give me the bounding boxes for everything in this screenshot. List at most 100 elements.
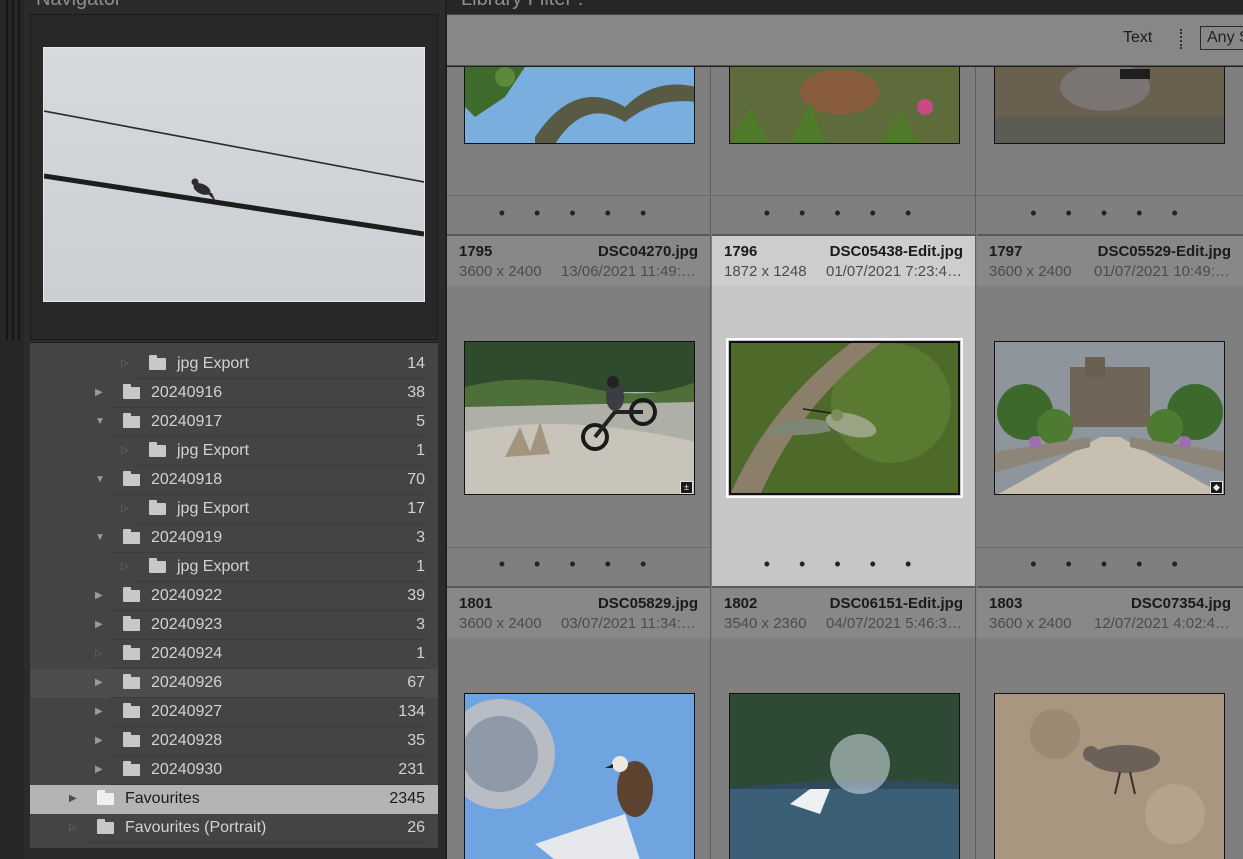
folder-icon	[97, 790, 114, 805]
filter-text-button[interactable]: Text	[1123, 29, 1152, 47]
grid-cell-selected[interactable]: 1796 DSC05438-Edit.jpg 1872 x 1248 01/07…	[712, 236, 976, 588]
expand-triangle-icon[interactable]: ▷	[121, 445, 129, 456]
osprey-thumbnail[interactable]	[464, 693, 695, 859]
folder-row[interactable]: ▶ 20240916 38	[30, 379, 438, 408]
cell-date: 03/07/2021 11:34:22 AM	[561, 615, 698, 632]
cell-metadata: 1801 DSC05829.jpg 3600 x 2400 03/07/2021…	[447, 588, 710, 638]
rating-dots[interactable]: • • • • •	[447, 554, 710, 575]
collapse-triangle-icon[interactable]: ▼	[95, 532, 105, 543]
folder-count: 5	[416, 413, 425, 430]
rating-dots[interactable]: • • • • •	[447, 203, 710, 224]
grid-cell[interactable]: 1795 DSC04270.jpg 3600 x 2400 13/06/2021…	[447, 236, 711, 588]
whale-tail-thumbnail[interactable]	[729, 693, 960, 859]
navigator-preview[interactable]	[43, 47, 425, 302]
bird-on-ground-thumbnail[interactable]	[994, 693, 1225, 859]
folder-icon	[123, 384, 140, 399]
folder-row[interactable]: ▷ 20240924 1	[30, 640, 438, 669]
folder-row[interactable]: ▷ jpg Export 1	[30, 437, 438, 466]
folder-row[interactable]: ▼ 20240919 3	[30, 524, 438, 553]
folder-icon	[123, 471, 140, 486]
folder-name: jpg Export	[177, 442, 250, 459]
folder-row[interactable]: ▶ 20240922 39	[30, 582, 438, 611]
motocross-thumbnail[interactable]	[464, 341, 695, 495]
folder-row[interactable]: ▶ 20240926 67	[30, 669, 438, 698]
folder-icon	[97, 819, 114, 834]
folder-count: 134	[398, 703, 425, 720]
folder-count: 70	[407, 471, 425, 488]
expand-triangle-icon[interactable]: ▷	[121, 503, 129, 514]
branch-sky-thumbnail[interactable]	[464, 67, 695, 144]
expand-triangle-icon[interactable]: ▷	[69, 822, 77, 833]
grid-cell[interactable]: 1802 DSC06151-Edit.jpg 3540 x 2360 04/07…	[712, 588, 976, 859]
expand-triangle-icon[interactable]: ▷	[95, 648, 103, 659]
collapse-triangle-icon[interactable]: ▼	[95, 474, 105, 485]
folder-row[interactable]: ▼ 20240917 5	[30, 408, 438, 437]
cell-dimensions: 1872 x 1248	[724, 263, 807, 280]
thumbnail-grid[interactable]: • • • • • • • • • • • • • • • 1795 DSC04…	[447, 67, 1243, 859]
castle-garden-thumbnail[interactable]	[994, 341, 1225, 495]
filter-any-field-dropdown[interactable]: Any Searchable Field	[1200, 26, 1243, 50]
folder-row[interactable]: ▼ 20240918 70	[30, 466, 438, 495]
folder-row[interactable]: ▶ 20240930 231	[30, 756, 438, 785]
folder-row[interactable]: ▷ jpg Export 17	[30, 495, 438, 524]
folder-row[interactable]: ▷ Favourites (Portrait) 26	[30, 814, 438, 843]
folder-row[interactable]: ▶ 20240928 35	[30, 727, 438, 756]
expand-triangle-icon[interactable]: ▶	[95, 590, 103, 601]
folder-icon	[123, 674, 140, 689]
expand-triangle-icon[interactable]: ▷	[121, 358, 129, 369]
folder-icon	[149, 500, 166, 515]
grid-cell[interactable]: 1803 DSC07354.jpg 3600 x 2400 12/07/2021…	[977, 588, 1243, 859]
raccoon-thumbnail[interactable]	[994, 67, 1225, 144]
expand-triangle-icon[interactable]: ▶	[95, 387, 103, 398]
cell-index: 1796	[724, 243, 758, 260]
folder-count: 1	[416, 442, 425, 459]
rating-dots[interactable]: • • • • •	[712, 554, 975, 575]
library-filter-bar: Text Any Searchable Field	[447, 14, 1243, 66]
navigator-title[interactable]: Navigator	[36, 0, 122, 11]
folder-row[interactable]: ▶ 20240927 134	[30, 698, 438, 727]
folder-count: 39	[407, 587, 425, 604]
folder-name: 20240919	[151, 529, 223, 546]
hummingbird-thumbnail[interactable]	[726, 338, 963, 498]
deer-thumbnail[interactable]	[729, 67, 960, 144]
collapse-triangle-icon[interactable]: ▼	[95, 416, 105, 427]
folder-tree[interactable]: ▷ jpg Export 14 ▶ 20240916 38 ▼ 20240917 5 ▷ jpg E…	[30, 342, 438, 848]
folder-row[interactable]: ▷ jpg Export 14	[30, 350, 438, 379]
expand-triangle-icon[interactable]: ▶	[95, 735, 103, 746]
grid-cell[interactable]: • • • • •	[447, 67, 711, 236]
expand-triangle-icon[interactable]: ▶	[95, 677, 103, 688]
cell-index: 1803	[989, 595, 1023, 612]
folder-icon	[149, 558, 166, 573]
rating-dots[interactable]: • • • • •	[712, 203, 975, 224]
folder-icon	[123, 761, 140, 776]
folder-icon	[123, 587, 140, 602]
grid-cell[interactable]: 1801 DSC05829.jpg 3600 x 2400 03/07/2021…	[447, 588, 711, 859]
expand-triangle-icon[interactable]: ▶	[69, 793, 77, 804]
cell-index: 1797	[989, 243, 1023, 260]
folder-count: 3	[416, 529, 425, 546]
folder-row[interactable]: ▶ 20240923 3	[30, 611, 438, 640]
rating-dots[interactable]: • • • • •	[977, 203, 1243, 224]
grid-cell[interactable]: • • • • •	[977, 67, 1243, 236]
cell-filename: DSC06151-Edit.jpg	[829, 595, 963, 612]
folder-icon	[123, 703, 140, 718]
panel-edge[interactable]	[0, 0, 24, 859]
folder-row[interactable]: ▷ jpg Export 1	[30, 553, 438, 582]
rating-dots[interactable]: • • • • •	[977, 554, 1243, 575]
tag-badge-icon: ◆	[1210, 481, 1223, 494]
cell-index: 1802	[724, 595, 758, 612]
folder-icon	[123, 645, 140, 660]
folder-name: 20240928	[151, 732, 223, 749]
expand-triangle-icon[interactable]: ▷	[121, 561, 129, 572]
expand-triangle-icon[interactable]: ▶	[95, 706, 103, 717]
folder-row[interactable]: ▶ Favourites 2345	[30, 785, 438, 814]
folder-count: 231	[398, 761, 425, 778]
folder-name: Favourites	[125, 790, 200, 807]
grid-cell[interactable]: 1797 DSC05529-Edit.jpg 3600 x 2400 01/07…	[977, 236, 1243, 588]
cell-filename: DSC05529-Edit.jpg	[1097, 243, 1231, 260]
folder-icon	[123, 732, 140, 747]
expand-triangle-icon[interactable]: ▶	[95, 619, 103, 630]
expand-triangle-icon[interactable]: ▶	[95, 764, 103, 775]
grid-cell[interactable]: • • • • •	[712, 67, 976, 236]
folder-name: jpg Export	[177, 558, 250, 575]
